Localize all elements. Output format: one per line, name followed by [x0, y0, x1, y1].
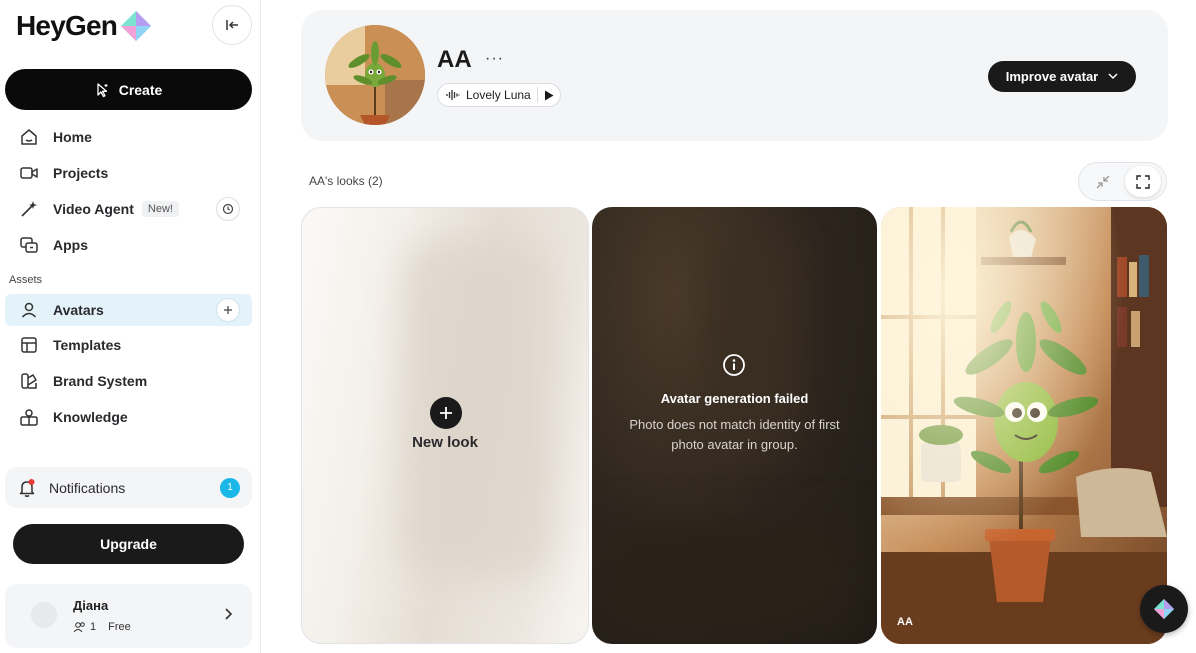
person-icon — [19, 300, 39, 320]
palette-icon — [19, 371, 39, 391]
history-icon — [222, 203, 234, 215]
sidebar: HeyGen Create Home Projects Video Agent … — [0, 0, 261, 653]
add-look-button[interactable] — [430, 397, 462, 429]
upgrade-button[interactable]: Upgrade — [13, 524, 244, 564]
avatar-header: AA ··· Lovely Luna Improve avatar — [301, 10, 1168, 141]
looks-title: AA's looks (2) — [309, 174, 383, 188]
nav-label-apps: Apps — [53, 237, 88, 253]
create-cursor-icon — [97, 82, 108, 97]
magic-wand-icon — [19, 199, 39, 219]
waveform-icon — [446, 90, 460, 100]
plus-icon — [440, 407, 452, 419]
notifications-count-badge: 1 — [220, 477, 240, 498]
app-root: HeyGen Create Home Projects Video Agent … — [0, 0, 1196, 653]
bell-icon — [17, 478, 37, 498]
chevron-right-icon — [225, 608, 233, 620]
failed-title: Avatar generation failed — [660, 391, 809, 406]
expand-arrows-icon — [1136, 174, 1150, 189]
avatar-name: AA — [437, 46, 472, 73]
create-button[interactable]: Create — [5, 69, 252, 110]
user-plan: Free — [108, 621, 131, 633]
new-look-card[interactable]: New look — [301, 207, 589, 644]
nav-item-knowledge[interactable]: Knowledge — [5, 401, 252, 433]
improve-avatar-button[interactable]: Improve avatar — [988, 61, 1136, 92]
user-name: Діана — [73, 598, 109, 613]
failed-card-backdrop-bottom — [612, 527, 852, 627]
create-label: Create — [118, 81, 163, 98]
nav-label-brand-system: Brand System — [53, 373, 148, 389]
failed-look-card[interactable]: Avatar generation failed Photo does not … — [592, 207, 877, 644]
nav-label-home: Home — [53, 129, 92, 145]
nav-label-knowledge: Knowledge — [53, 409, 128, 425]
user-meta: 1 Free — [73, 621, 131, 633]
user-account-card[interactable]: Діана 1 Free — [5, 584, 252, 648]
nav-item-templates[interactable]: Templates — [5, 329, 252, 361]
logo[interactable]: HeyGen — [16, 9, 153, 43]
home-icon — [19, 127, 39, 147]
collapse-icon — [226, 20, 238, 30]
nav-label-projects: Projects — [53, 165, 109, 181]
new-look-backdrop — [402, 238, 552, 578]
voice-name: Lovely Luna — [466, 88, 531, 102]
logo-mark-icon — [121, 11, 152, 41]
heygen-assistant-icon — [1154, 599, 1174, 619]
nav-item-video-agent[interactable]: Video Agent New! — [5, 193, 252, 225]
nav-item-apps[interactable]: Apps — [5, 229, 252, 261]
nav-item-brand-system[interactable]: Brand System — [5, 365, 252, 397]
expanded-view-button[interactable] — [1125, 166, 1161, 197]
failed-description: Photo does not match identity of first p… — [629, 417, 840, 452]
collapse-sidebar-button[interactable] — [212, 5, 252, 45]
video-camera-icon — [19, 163, 39, 183]
view-size-toggle — [1078, 162, 1167, 201]
notifications-button[interactable]: Notifications 1 — [5, 467, 252, 508]
improve-avatar-label: Improve avatar — [1005, 69, 1099, 84]
user-avatar — [31, 602, 57, 628]
collapse-arrows-icon — [1096, 175, 1110, 188]
apps-icon — [19, 235, 39, 255]
more-options-button[interactable]: ··· — [485, 50, 504, 68]
play-icon[interactable] — [544, 90, 554, 101]
nav-item-home[interactable]: Home — [5, 121, 252, 153]
voice-chip[interactable]: Lovely Luna — [437, 83, 561, 107]
notifications-label: Notifications — [49, 479, 126, 496]
voice-chip-divider — [536, 87, 538, 103]
new-look-label: New look — [412, 434, 478, 451]
video-agent-history-button[interactable] — [216, 197, 240, 221]
assistant-fab-button[interactable] — [1140, 585, 1188, 633]
knowledge-icon — [19, 407, 39, 427]
plant-avatar-image — [325, 25, 425, 125]
nav-item-projects[interactable]: Projects — [5, 157, 252, 189]
user-members-count: 1 — [90, 621, 97, 633]
new-badge: New! — [141, 201, 179, 217]
nav-label-avatars: Avatars — [53, 302, 104, 318]
compact-view-button[interactable] — [1085, 166, 1121, 197]
nav-item-avatars[interactable]: Avatars — [5, 294, 252, 326]
logo-text: HeyGen — [16, 10, 118, 41]
plant-look-image — [881, 207, 1167, 644]
members-icon — [73, 622, 85, 633]
chevron-down-icon — [1108, 73, 1118, 80]
template-icon — [19, 335, 39, 355]
add-avatar-button[interactable] — [216, 298, 240, 322]
assets-section-label: Assets — [9, 274, 43, 286]
avatar-thumbnail[interactable] — [325, 25, 425, 125]
look-name-label: AA — [897, 616, 913, 628]
plus-icon — [224, 306, 232, 314]
nav-label-templates: Templates — [53, 337, 122, 353]
nav-label-video-agent: Video Agent — [53, 201, 134, 217]
info-icon — [723, 354, 745, 376]
look-card-photo[interactable]: AA — [881, 207, 1167, 644]
